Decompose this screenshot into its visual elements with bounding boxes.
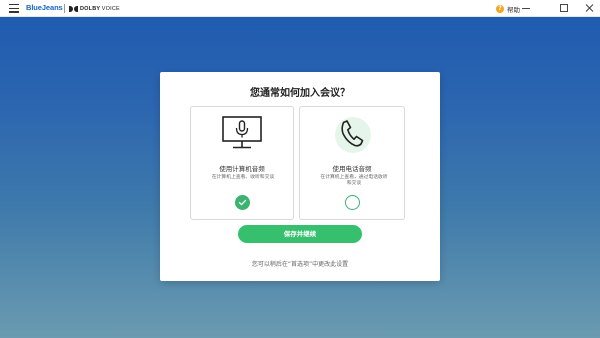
- help-icon: ?: [496, 4, 504, 13]
- hamburger-menu-icon[interactable]: [9, 4, 19, 13]
- save-and-continue-button[interactable]: 保存并继续: [238, 225, 362, 243]
- maximize-icon[interactable]: [557, 2, 571, 14]
- help-button[interactable]: ? 帮助: [496, 3, 520, 14]
- option-computer-audio[interactable]: 使用计算机音频 在计算机上查看、收听和交谈: [190, 106, 294, 220]
- brand-divider: [64, 4, 65, 13]
- computer-audio-description: 在计算机上查看、收听和交谈: [211, 175, 275, 180]
- dialog-title: 您通常如何加入会议？: [250, 88, 350, 99]
- option-phone-audio[interactable]: 使用电话音频 在计算机上查看，通过电话收听和交谈: [299, 106, 405, 220]
- phone-audio-label: 使用电话音频: [332, 165, 372, 173]
- dolby-voice-logo: DOLBY VOICE: [69, 4, 120, 14]
- close-icon[interactable]: [583, 2, 597, 14]
- minimize-icon[interactable]: [519, 2, 533, 14]
- phone-audio-radio[interactable]: [345, 195, 360, 210]
- voice-brand-text: VOICE: [101, 6, 120, 12]
- phone-icon: [300, 114, 404, 154]
- dolby-double-d-icon: [69, 6, 78, 12]
- title-bar: BlueJeans DOLBY VOICE ? 帮助: [0, 0, 600, 17]
- dolby-brand-text: DOLBY: [80, 6, 101, 12]
- audio-preference-dialog: 您通常如何加入会议？ 使用计算机音频 在计算机上查看、收听和交谈 使用电话音频 …: [160, 72, 440, 281]
- bluejeans-logo: BlueJeans: [26, 3, 63, 12]
- computer-microphone-icon: [191, 114, 293, 154]
- computer-audio-label: 使用计算机音频: [219, 165, 265, 173]
- checkmark-icon: [238, 199, 247, 206]
- computer-audio-selected-check[interactable]: [235, 195, 250, 210]
- phone-audio-description: 在计算机上查看，通过电话收听和交谈: [320, 175, 388, 186]
- settings-footnote: 您可以稍后在“首选项”中更改此设置: [251, 261, 349, 268]
